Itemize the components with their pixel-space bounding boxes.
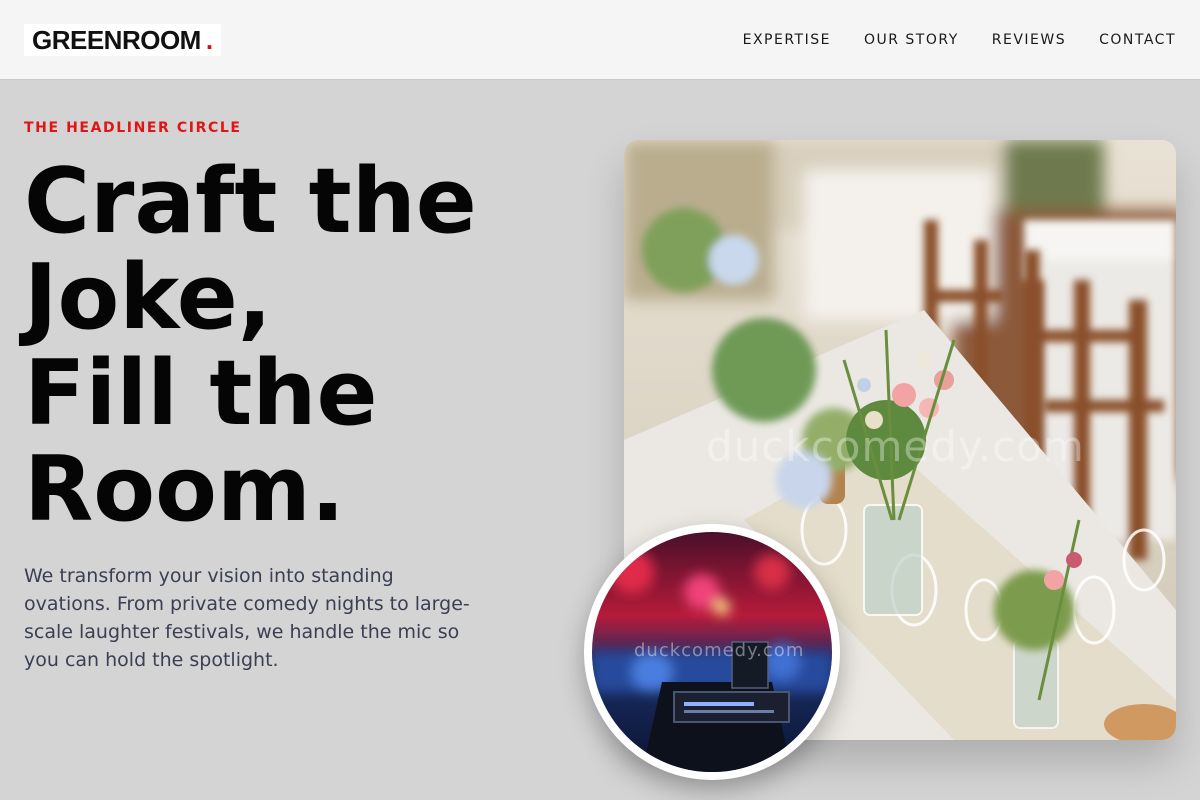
image-watermark: duckcomedy.com	[706, 422, 1085, 471]
site-logo[interactable]: GREENROOM .	[24, 24, 221, 56]
inset-watermark: duckcomedy.com	[634, 640, 805, 661]
stage-inset-photo: duckcomedy.com	[592, 532, 832, 772]
nav-link-our-story[interactable]: OUR STORY	[864, 32, 959, 48]
nav-link-reviews[interactable]: REVIEWS	[992, 32, 1066, 48]
headline-line: Room.	[24, 437, 345, 542]
hero-eyebrow: THE HEADLINER CIRCLE	[24, 120, 242, 136]
stage-inset-image: duckcomedy.com	[584, 524, 840, 780]
nav-link-contact[interactable]: CONTACT	[1099, 32, 1176, 48]
logo-dot: .	[205, 24, 213, 55]
main-nav: EXPERTISE OUR STORY REVIEWS CONTACT	[710, 0, 1176, 80]
headline-line: Craft the	[24, 149, 477, 254]
nav-link-expertise[interactable]: EXPERTISE	[743, 32, 831, 48]
headline-line: Joke,	[24, 245, 272, 350]
site-header: GREENROOM . EXPERTISE OUR STORY REVIEWS …	[0, 0, 1200, 80]
hero-headline: Craft the Joke, Fill the Room.	[24, 154, 584, 538]
hero-intro: We transform your vision into standing o…	[24, 565, 470, 671]
logo-text: GREENROOM	[32, 24, 201, 55]
headline-line: Fill the	[24, 341, 378, 446]
